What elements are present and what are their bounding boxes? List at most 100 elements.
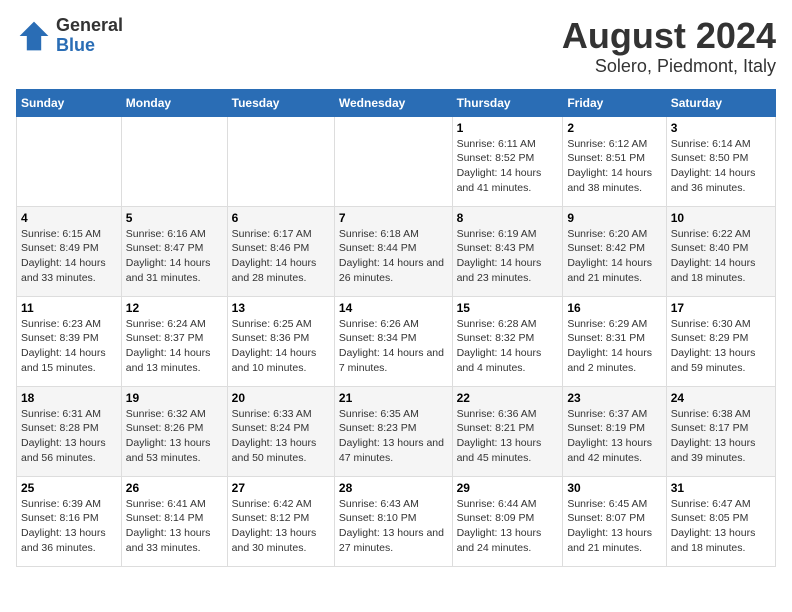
day-number: 5 — [126, 211, 223, 225]
calendar-cell: 24 Sunrise: 6:38 AMSunset: 8:17 PMDayligh… — [666, 386, 775, 476]
header-day: Wednesday — [334, 89, 452, 116]
calendar-cell: 10 Sunrise: 6:22 AMSunset: 8:40 PMDayligh… — [666, 206, 775, 296]
day-number: 17 — [671, 301, 771, 315]
calendar-subtitle: Solero, Piedmont, Italy — [562, 56, 776, 77]
day-info: Sunrise: 6:26 AMSunset: 8:34 PMDaylight:… — [339, 317, 448, 376]
day-number: 10 — [671, 211, 771, 225]
day-info: Sunrise: 6:28 AMSunset: 8:32 PMDaylight:… — [457, 317, 559, 376]
day-info: Sunrise: 6:35 AMSunset: 8:23 PMDaylight:… — [339, 407, 448, 466]
day-number: 23 — [567, 391, 661, 405]
day-info: Sunrise: 6:25 AMSunset: 8:36 PMDaylight:… — [232, 317, 330, 376]
calendar-cell: 31 Sunrise: 6:47 AMSunset: 8:05 PMDayligh… — [666, 476, 775, 566]
calendar-cell: 8 Sunrise: 6:19 AMSunset: 8:43 PMDaylight… — [452, 206, 563, 296]
calendar-header: SundayMondayTuesdayWednesdayThursdayFrid… — [17, 89, 776, 116]
day-info: Sunrise: 6:31 AMSunset: 8:28 PMDaylight:… — [21, 407, 117, 466]
calendar-week-row: 4 Sunrise: 6:15 AMSunset: 8:49 PMDaylight… — [17, 206, 776, 296]
calendar-cell — [121, 116, 227, 206]
day-number: 9 — [567, 211, 661, 225]
day-number: 2 — [567, 121, 661, 135]
calendar-cell: 12 Sunrise: 6:24 AMSunset: 8:37 PMDayligh… — [121, 296, 227, 386]
calendar-cell: 23 Sunrise: 6:37 AMSunset: 8:19 PMDayligh… — [563, 386, 666, 476]
day-number: 25 — [21, 481, 117, 495]
day-number: 18 — [21, 391, 117, 405]
header-day: Monday — [121, 89, 227, 116]
calendar-cell: 27 Sunrise: 6:42 AMSunset: 8:12 PMDayligh… — [227, 476, 334, 566]
day-number: 15 — [457, 301, 559, 315]
day-number: 11 — [21, 301, 117, 315]
day-number: 31 — [671, 481, 771, 495]
day-info: Sunrise: 6:39 AMSunset: 8:16 PMDaylight:… — [21, 497, 117, 556]
day-number: 4 — [21, 211, 117, 225]
calendar-body: 1Sunrise: 6:11 AMSunset: 8:52 PMDaylight… — [17, 116, 776, 566]
day-info: Sunrise: 6:42 AMSunset: 8:12 PMDaylight:… — [232, 497, 330, 556]
day-number: 21 — [339, 391, 448, 405]
header-day: Friday — [563, 89, 666, 116]
day-info: Sunrise: 6:24 AMSunset: 8:37 PMDaylight:… — [126, 317, 223, 376]
title-block: August 2024 Solero, Piedmont, Italy — [562, 16, 776, 77]
day-info: Sunrise: 6:15 AMSunset: 8:49 PMDaylight:… — [21, 227, 117, 286]
day-number: 8 — [457, 211, 559, 225]
logo-text: General Blue — [56, 16, 123, 56]
day-info: Sunrise: 6:41 AMSunset: 8:14 PMDaylight:… — [126, 497, 223, 556]
calendar-cell — [334, 116, 452, 206]
calendar-cell: 30Sunrise: 6:45 AMSunset: 8:07 PMDayligh… — [563, 476, 666, 566]
day-number: 13 — [232, 301, 330, 315]
calendar-cell: 15 Sunrise: 6:28 AMSunset: 8:32 PMDayligh… — [452, 296, 563, 386]
calendar-cell: 22 Sunrise: 6:36 AMSunset: 8:21 PMDayligh… — [452, 386, 563, 476]
day-number: 6 — [232, 211, 330, 225]
calendar-cell — [17, 116, 122, 206]
calendar-week-row: 25 Sunrise: 6:39 AMSunset: 8:16 PMDayligh… — [17, 476, 776, 566]
day-number: 27 — [232, 481, 330, 495]
header-day: Sunday — [17, 89, 122, 116]
day-number: 19 — [126, 391, 223, 405]
calendar-cell: 4 Sunrise: 6:15 AMSunset: 8:49 PMDaylight… — [17, 206, 122, 296]
day-info: Sunrise: 6:14 AMSunset: 8:50 PMDaylight:… — [671, 137, 771, 196]
logo-icon — [16, 18, 52, 54]
calendar-cell: 6 Sunrise: 6:17 AMSunset: 8:46 PMDaylight… — [227, 206, 334, 296]
day-number: 3 — [671, 121, 771, 135]
calendar-cell: 29 Sunrise: 6:44 AMSunset: 8:09 PMDayligh… — [452, 476, 563, 566]
day-number: 24 — [671, 391, 771, 405]
day-info: Sunrise: 6:20 AMSunset: 8:42 PMDaylight:… — [567, 227, 661, 286]
day-number: 20 — [232, 391, 330, 405]
calendar-cell: 28Sunrise: 6:43 AMSunset: 8:10 PMDayligh… — [334, 476, 452, 566]
header-day: Tuesday — [227, 89, 334, 116]
calendar-cell: 19 Sunrise: 6:32 AMSunset: 8:26 PMDayligh… — [121, 386, 227, 476]
day-info: Sunrise: 6:12 AMSunset: 8:51 PMDaylight:… — [567, 137, 661, 196]
day-info: Sunrise: 6:22 AMSunset: 8:40 PMDaylight:… — [671, 227, 771, 286]
header-day: Thursday — [452, 89, 563, 116]
day-info: Sunrise: 6:38 AMSunset: 8:17 PMDaylight:… — [671, 407, 771, 466]
header-row: SundayMondayTuesdayWednesdayThursdayFrid… — [17, 89, 776, 116]
day-info: Sunrise: 6:44 AMSunset: 8:09 PMDaylight:… — [457, 497, 559, 556]
day-number: 12 — [126, 301, 223, 315]
day-number: 26 — [126, 481, 223, 495]
logo-general: General — [56, 16, 123, 36]
day-info: Sunrise: 6:37 AMSunset: 8:19 PMDaylight:… — [567, 407, 661, 466]
calendar-title: August 2024 — [562, 16, 776, 56]
day-number: 22 — [457, 391, 559, 405]
calendar-cell: 21 Sunrise: 6:35 AMSunset: 8:23 PMDayligh… — [334, 386, 452, 476]
calendar-cell: 1Sunrise: 6:11 AMSunset: 8:52 PMDaylight… — [452, 116, 563, 206]
calendar-cell: 9 Sunrise: 6:20 AMSunset: 8:42 PMDaylight… — [563, 206, 666, 296]
calendar-cell: 26 Sunrise: 6:41 AMSunset: 8:14 PMDayligh… — [121, 476, 227, 566]
day-info: Sunrise: 6:19 AMSunset: 8:43 PMDaylight:… — [457, 227, 559, 286]
day-number: 14 — [339, 301, 448, 315]
calendar-cell: 17Sunrise: 6:30 AMSunset: 8:29 PMDayligh… — [666, 296, 775, 386]
day-info: Sunrise: 6:36 AMSunset: 8:21 PMDaylight:… — [457, 407, 559, 466]
header-day: Saturday — [666, 89, 775, 116]
calendar-cell: 7Sunrise: 6:18 AMSunset: 8:44 PMDaylight… — [334, 206, 452, 296]
calendar-cell: 18 Sunrise: 6:31 AMSunset: 8:28 PMDayligh… — [17, 386, 122, 476]
day-number: 29 — [457, 481, 559, 495]
calendar-cell: 5Sunrise: 6:16 AMSunset: 8:47 PMDaylight… — [121, 206, 227, 296]
calendar-cell: 25 Sunrise: 6:39 AMSunset: 8:16 PMDayligh… — [17, 476, 122, 566]
day-info: Sunrise: 6:45 AMSunset: 8:07 PMDaylight:… — [567, 497, 661, 556]
calendar-cell: 14 Sunrise: 6:26 AMSunset: 8:34 PMDayligh… — [334, 296, 452, 386]
calendar-cell: 13 Sunrise: 6:25 AMSunset: 8:36 PMDayligh… — [227, 296, 334, 386]
day-info: Sunrise: 6:47 AMSunset: 8:05 PMDaylight:… — [671, 497, 771, 556]
calendar-week-row: 1Sunrise: 6:11 AMSunset: 8:52 PMDaylight… — [17, 116, 776, 206]
day-info: Sunrise: 6:17 AMSunset: 8:46 PMDaylight:… — [232, 227, 330, 286]
day-number: 28 — [339, 481, 448, 495]
calendar-week-row: 18 Sunrise: 6:31 AMSunset: 8:28 PMDayligh… — [17, 386, 776, 476]
day-info: Sunrise: 6:32 AMSunset: 8:26 PMDaylight:… — [126, 407, 223, 466]
logo-blue: Blue — [56, 36, 123, 56]
